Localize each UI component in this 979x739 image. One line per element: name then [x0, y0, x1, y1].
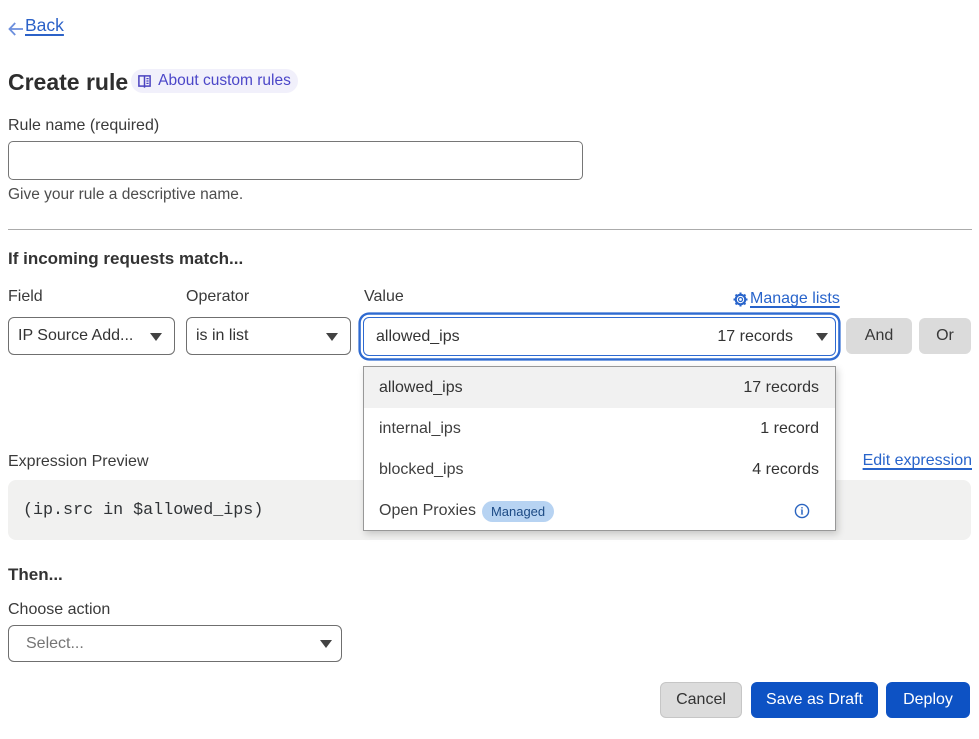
svg-text:i: i: [801, 507, 804, 518]
